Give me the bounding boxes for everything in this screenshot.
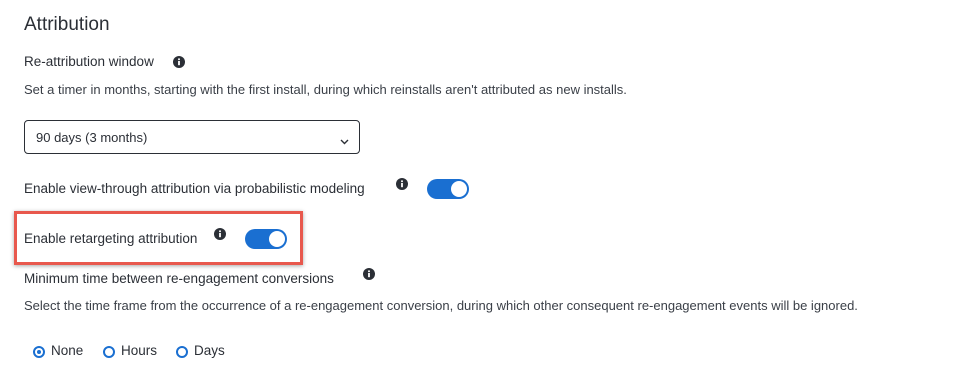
radio-label-days[interactable]: Days: [194, 343, 225, 358]
attribution-settings-page: Attribution Re-attribution window Set a …: [0, 0, 961, 375]
radio-selected-dot: [37, 350, 41, 354]
toggle-knob: [451, 181, 467, 197]
retargeting-toggle[interactable]: [245, 229, 287, 249]
info-icon[interactable]: [396, 178, 408, 190]
toggle-knob: [269, 231, 285, 247]
reengagement-description: Select the time frame from the occurrenc…: [24, 298, 858, 313]
chevron-down-icon: [340, 133, 349, 145]
view-through-label: Enable view-through attribution via prob…: [24, 181, 365, 196]
radio-none[interactable]: [33, 346, 45, 358]
reengagement-label: Minimum time between re-engagement conve…: [24, 271, 334, 286]
retargeting-label: Enable retargeting attribution: [24, 231, 198, 246]
radio-label-none[interactable]: None: [51, 343, 83, 358]
info-icon[interactable]: [214, 228, 226, 240]
info-icon[interactable]: [363, 268, 375, 280]
select-value: 90 days (3 months): [36, 130, 148, 145]
section-title: Attribution: [24, 14, 110, 35]
radio-days[interactable]: [176, 346, 188, 358]
info-icon[interactable]: [173, 56, 185, 68]
view-through-toggle[interactable]: [427, 179, 469, 199]
radio-hours[interactable]: [103, 346, 115, 358]
reattribution-description: Set a timer in months, starting with the…: [24, 82, 627, 97]
reattribution-label: Re-attribution window: [24, 54, 154, 69]
reattribution-window-select[interactable]: 90 days (3 months): [24, 120, 360, 154]
radio-label-hours[interactable]: Hours: [121, 343, 157, 358]
